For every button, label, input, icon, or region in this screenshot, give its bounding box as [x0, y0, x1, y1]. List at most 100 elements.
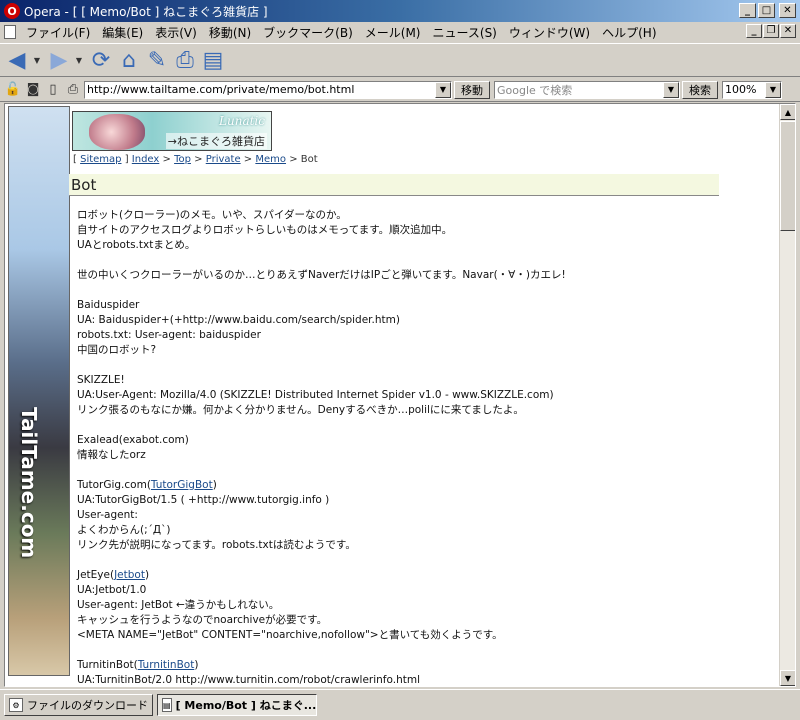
jeteye-name: JetEye(Jetbot)	[77, 568, 777, 583]
site-banner[interactable]: Lunatic →ねこまぐろ雑貨店	[72, 111, 272, 151]
menu-window[interactable]: ウィンドウ(W)	[503, 24, 596, 41]
skizzle-name: SKIZZLE!	[77, 374, 125, 386]
url-input[interactable]: http://www.tailtame.com/private/memo/bot…	[84, 80, 452, 99]
menu-bookmarks[interactable]: ブックマーク(B)	[257, 24, 359, 41]
breadcrumb-current: Bot	[300, 154, 318, 165]
breadcrumb-separator: >	[289, 154, 298, 165]
exalead-note: 情報なしたorz	[77, 449, 146, 461]
document-icon[interactable]: ▤	[200, 46, 226, 74]
breadcrumb-top-link[interactable]: Top	[174, 154, 191, 165]
jeteye-line: User-agent: JetBot ←違うかもしれない。	[77, 599, 280, 611]
breadcrumb-private-link[interactable]: Private	[206, 154, 241, 165]
intro-line: 自サイトのアクセスログよりロボットらしいものはメモってます。順次追加中。	[77, 224, 453, 236]
print-preview-icon[interactable]: ⎙	[64, 81, 82, 99]
page-info-icon[interactable]: ▯	[44, 81, 62, 99]
downloads-tab[interactable]: ⚙ ファイルのダウンロード	[4, 694, 153, 716]
downloads-icon: ⚙	[9, 698, 23, 712]
baidu-ua: UA: Baiduspider+(+http://www.baidu.com/s…	[77, 314, 400, 326]
menu-help[interactable]: ヘルプ(H)	[596, 24, 662, 41]
tutorgig-name: TutorGig.com(TutorGigBot)	[77, 478, 777, 493]
image-toggle-icon[interactable]: ◙	[24, 81, 42, 99]
breadcrumb-bracket: [	[73, 154, 77, 165]
go-button[interactable]: 移動	[454, 80, 490, 99]
minimize-button[interactable]: _	[739, 3, 756, 18]
forward-arrow-icon[interactable]: ▶	[46, 46, 72, 74]
close-button[interactable]: ✕	[779, 3, 796, 18]
home-icon[interactable]: ⌂	[116, 46, 142, 74]
search-input[interactable]: Google で検索 ▼	[494, 80, 680, 99]
banner-character-image	[89, 114, 145, 150]
zoom-select[interactable]: 100% ▼	[722, 80, 782, 99]
breadcrumb-separator: >	[194, 154, 203, 165]
mdi-minimize-button[interactable]: _	[746, 24, 762, 38]
menu-edit[interactable]: 編集(E)	[96, 24, 149, 41]
skizzle-ua: UA:User-Agent: Mozilla/4.0 (SKIZZLE! Dis…	[77, 389, 554, 401]
url-dropdown-icon[interactable]: ▼	[435, 81, 451, 98]
jeteye-paren: )	[144, 569, 150, 581]
back-arrow-icon[interactable]: ◀	[4, 46, 30, 74]
maximize-button[interactable]: □	[758, 3, 775, 18]
forward-history-dropdown-icon[interactable]: ▼	[74, 46, 84, 74]
intro-note: 世の中いくつクローラーがいるのか…とりあえずNaverだけはIPごと弾いてます。…	[77, 269, 566, 281]
document-menu-icon[interactable]	[4, 25, 16, 39]
print-icon[interactable]: ⎙	[172, 46, 198, 74]
skizzle-note: リンク張るのもなにか嫌。何かよく分かりません。Denyするべきか…polilにに…	[77, 404, 524, 416]
scroll-down-icon[interactable]: ▼	[780, 670, 795, 686]
tutorgig-label: TutorGig.com(	[77, 479, 151, 491]
site-logo-vertical: TailTame.com	[17, 407, 41, 559]
address-bar: 🔓 ◙ ▯ ⎙ http://www.tailtame.com/private/…	[0, 78, 800, 102]
menu-navigate[interactable]: 移動(N)	[203, 24, 257, 41]
search-placeholder: Google で検索	[497, 83, 573, 97]
window-taskbar: ⚙ ファイルのダウンロード ▤ [ Memo/Bot ] ねこまぐ...	[0, 689, 800, 720]
baidu-robots: robots.txt: User-agent: baiduspider	[77, 329, 261, 341]
downloads-label: ファイルのダウンロード	[27, 699, 148, 712]
breadcrumb-index-link[interactable]: Index	[132, 154, 160, 165]
turnitin-paren: )	[194, 659, 199, 671]
zoom-value: 100%	[725, 83, 757, 96]
turnitin-line: UA:TurnitinBot/2.0 http://www.turnitin.c…	[77, 674, 420, 686]
turnitin-name: TurnitinBot(TurnitinBot)	[77, 658, 777, 673]
scroll-thumb[interactable]	[780, 121, 795, 231]
intro-line: ロボット(クローラー)のメモ。いや、スパイダーなのか。	[77, 209, 347, 221]
exalead-name: Exalead(exabot.com)	[77, 434, 189, 446]
tutorgig-line: UA:TutorGigBot/1.5 ( +http://www.tutorgi…	[77, 494, 330, 506]
menu-file[interactable]: ファイル(F)	[20, 24, 96, 41]
navigation-toolbar: ◀ ▼ ▶ ▼ ⟳ ⌂ ✎ ⎙ ▤	[0, 43, 800, 77]
turnitin-link[interactable]: TurnitinBot	[138, 659, 195, 671]
scroll-up-icon[interactable]: ▲	[780, 104, 795, 120]
opera-logo-icon: O	[4, 3, 20, 19]
menu-view[interactable]: 表示(V)	[149, 24, 203, 41]
vertical-scrollbar[interactable]: ▲ ▼	[779, 104, 795, 686]
search-button[interactable]: 検索	[682, 80, 718, 99]
banner-shop-name: →ねこまぐろ雑貨店	[165, 133, 267, 149]
tutorgig-paren: )	[212, 479, 217, 491]
zoom-dropdown-icon[interactable]: ▼	[765, 81, 781, 98]
jeteye-link[interactable]: Jetbot	[114, 569, 145, 581]
breadcrumb-sitemap-link[interactable]: Sitemap	[80, 154, 121, 165]
tutorgig-link[interactable]: TutorGigBot	[151, 479, 213, 491]
menu-bar: ファイル(F) 編集(E) 表示(V) 移動(N) ブックマーク(B) メール(…	[0, 22, 800, 42]
page-tab-icon: ▤	[162, 698, 172, 712]
article-body: ロボット(クローラー)のメモ。いや、スパイダーなのか。 自サイトのアクセスログよ…	[77, 208, 777, 686]
mdi-restore-button[interactable]: ❐	[763, 24, 779, 38]
jeteye-line: <META NAME="JetBot" CONTENT="noarchive,n…	[77, 629, 503, 641]
tutorgig-line: User-agent:	[77, 509, 138, 521]
breadcrumb: [ Sitemap ] Index > Top > Private > Memo…	[73, 154, 318, 165]
security-lock-icon[interactable]: 🔓	[4, 81, 22, 99]
menu-mail[interactable]: メール(M)	[359, 24, 427, 41]
window-titlebar[interactable]: O Opera - [ [ Memo/Bot ] ねこまぐろ雑貨店 ] _ □ …	[0, 0, 800, 22]
search-engine-dropdown-icon[interactable]: ▼	[663, 81, 679, 98]
menu-news[interactable]: ニュース(S)	[426, 24, 502, 41]
back-history-dropdown-icon[interactable]: ▼	[32, 46, 42, 74]
page-viewport[interactable]: TailTame.com Lunatic →ねこまぐろ雑貨店 [ Sitemap…	[4, 103, 796, 687]
hotlist-icon[interactable]: ✎	[144, 46, 170, 74]
mdi-close-button[interactable]: ✕	[780, 24, 796, 38]
jeteye-line: キャッシュを行うようなのでnoarchiveが必要です。	[77, 614, 328, 626]
baidu-note: 中国のロボット?	[77, 344, 157, 356]
reload-icon[interactable]: ⟳	[88, 46, 114, 74]
active-page-tab[interactable]: ▤ [ Memo/Bot ] ねこまぐ...	[157, 694, 317, 716]
turnitin-label: TurnitinBot(	[77, 659, 138, 671]
banner-brand: Lunatic	[219, 114, 265, 128]
sidebar-illustration: TailTame.com	[8, 106, 70, 676]
breadcrumb-memo-link[interactable]: Memo	[255, 154, 286, 165]
